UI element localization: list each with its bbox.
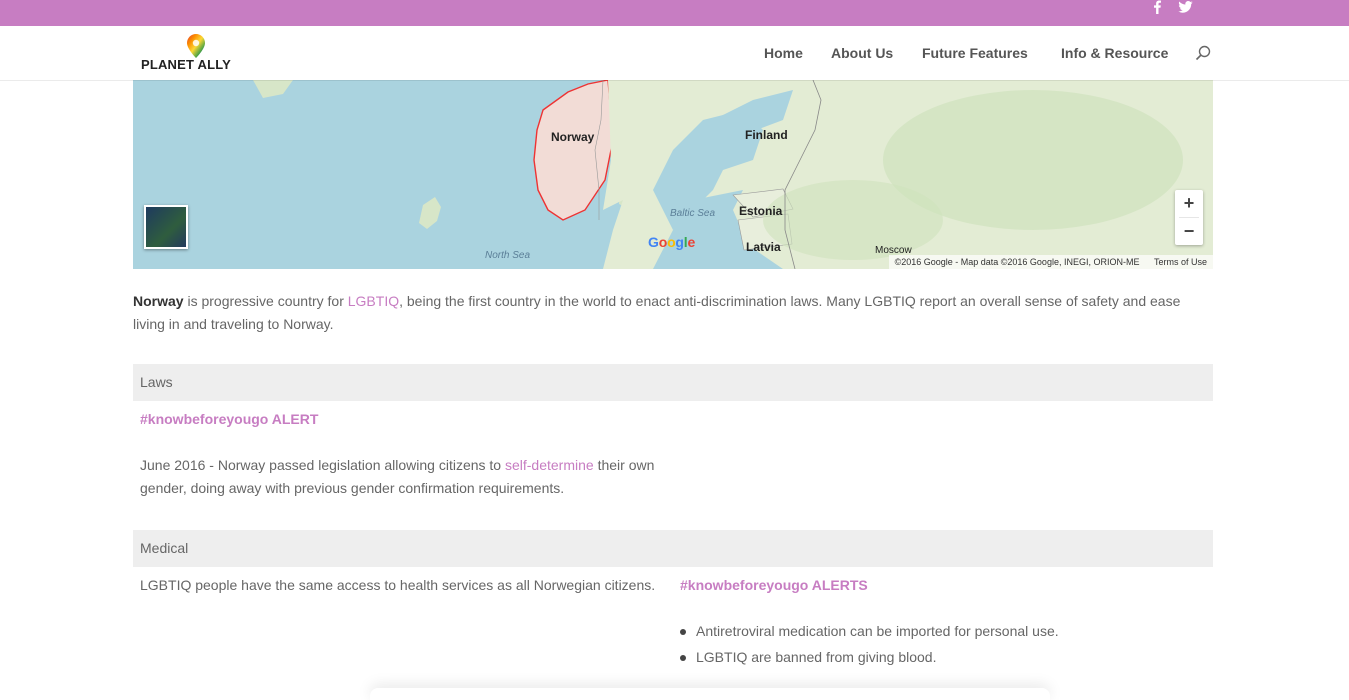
nav-info-resource[interactable]: Info & Resource	[1061, 45, 1168, 61]
satellite-toggle[interactable]	[144, 205, 188, 249]
medical-heading: Medical	[140, 540, 189, 556]
laws-text: June 2016 - Norway passed legislation al…	[140, 454, 670, 500]
nav-future-features[interactable]: Future Features	[922, 45, 1028, 61]
search-icon[interactable]	[1195, 45, 1211, 61]
logo[interactable]: PLANET ALLY	[140, 34, 232, 74]
list-item: Antiretroviral medication can be importe…	[680, 620, 1200, 646]
laws-alert-title: #knowbeforeyougo ALERT	[140, 411, 319, 427]
lgbtiq-link[interactable]: LGBTIQ	[348, 293, 399, 309]
zoom-controls: + −	[1175, 190, 1203, 245]
country-name: Norway	[133, 293, 184, 309]
map-pin-logo-icon	[187, 34, 205, 58]
medical-text: LGBTIQ people have the same access to he…	[140, 577, 656, 593]
medical-header-row: Medical	[133, 530, 1213, 567]
map-attribution: ©2016 Google - Map data ©2016 Google, IN…	[888, 255, 1213, 269]
terms-of-use-link[interactable]: Terms of Use	[1154, 257, 1207, 267]
nav-about-us[interactable]: About Us	[831, 45, 893, 61]
intro-text-1: is progressive country for	[183, 293, 348, 309]
laws-text-before: June 2016 - Norway passed legislation al…	[140, 457, 505, 473]
medical-alert-list: Antiretroviral medication can be importe…	[680, 620, 1200, 672]
intro-paragraph: Norway is progressive country for LGBTIQ…	[133, 290, 1213, 336]
self-determine-link[interactable]: self-determine	[505, 457, 594, 473]
map-label-north-sea: North Sea	[485, 250, 531, 261]
top-bar	[0, 0, 1349, 26]
site-header: PLANET ALLY Home About Us Future Feature…	[0, 26, 1349, 80]
map-label-finland: Finland	[745, 128, 788, 142]
map-label-baltic-sea: Baltic Sea	[670, 208, 716, 219]
medical-alert-title: #knowbeforeyougo ALERTS	[680, 577, 868, 593]
zoom-out-button[interactable]: −	[1175, 218, 1203, 245]
laws-header-row: Laws	[133, 364, 1213, 401]
twitter-icon[interactable]	[1177, 0, 1193, 20]
zoom-in-button[interactable]: +	[1175, 190, 1203, 217]
list-item: LGBTIQ are banned from giving blood.	[680, 646, 1200, 672]
nav-home[interactable]: Home	[764, 45, 803, 61]
map-label-latvia: Latvia	[746, 240, 781, 254]
logo-text: PLANET ALLY	[140, 57, 232, 72]
map-label-norway: Norway	[551, 130, 595, 144]
bottom-overlay-edge	[370, 688, 1050, 700]
google-logo: Google	[648, 234, 696, 250]
medical-alerts: Antiretroviral medication can be importe…	[680, 620, 1200, 672]
map-label-estonia: Estonia	[739, 204, 783, 218]
facebook-icon[interactable]	[1149, 0, 1165, 20]
laws-heading: Laws	[140, 374, 173, 390]
map-attribution-text: ©2016 Google - Map data ©2016 Google, IN…	[894, 257, 1140, 267]
map[interactable]: Norway Finland Estonia Latvia Moscow Bal…	[133, 80, 1213, 269]
